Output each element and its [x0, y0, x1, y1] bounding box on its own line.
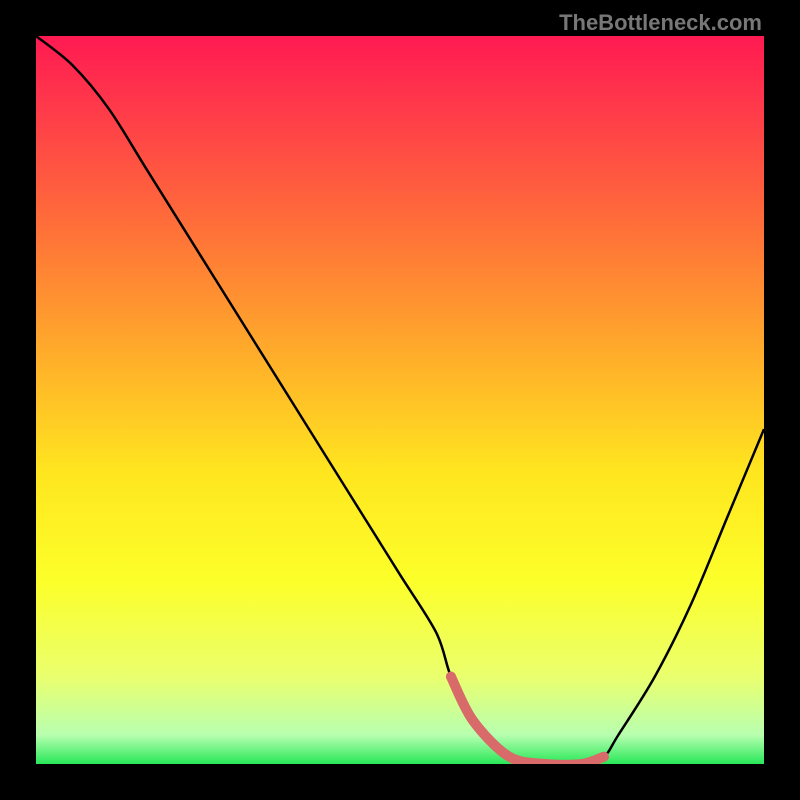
highlight-end-dot — [599, 752, 609, 762]
chart-svg — [36, 36, 764, 764]
plot-area — [36, 36, 764, 764]
watermark-label: TheBottleneck.com — [559, 10, 762, 36]
highlight-start-dot — [446, 672, 456, 682]
gradient-background — [36, 36, 764, 764]
chart-container: TheBottleneck.com — [0, 0, 800, 800]
